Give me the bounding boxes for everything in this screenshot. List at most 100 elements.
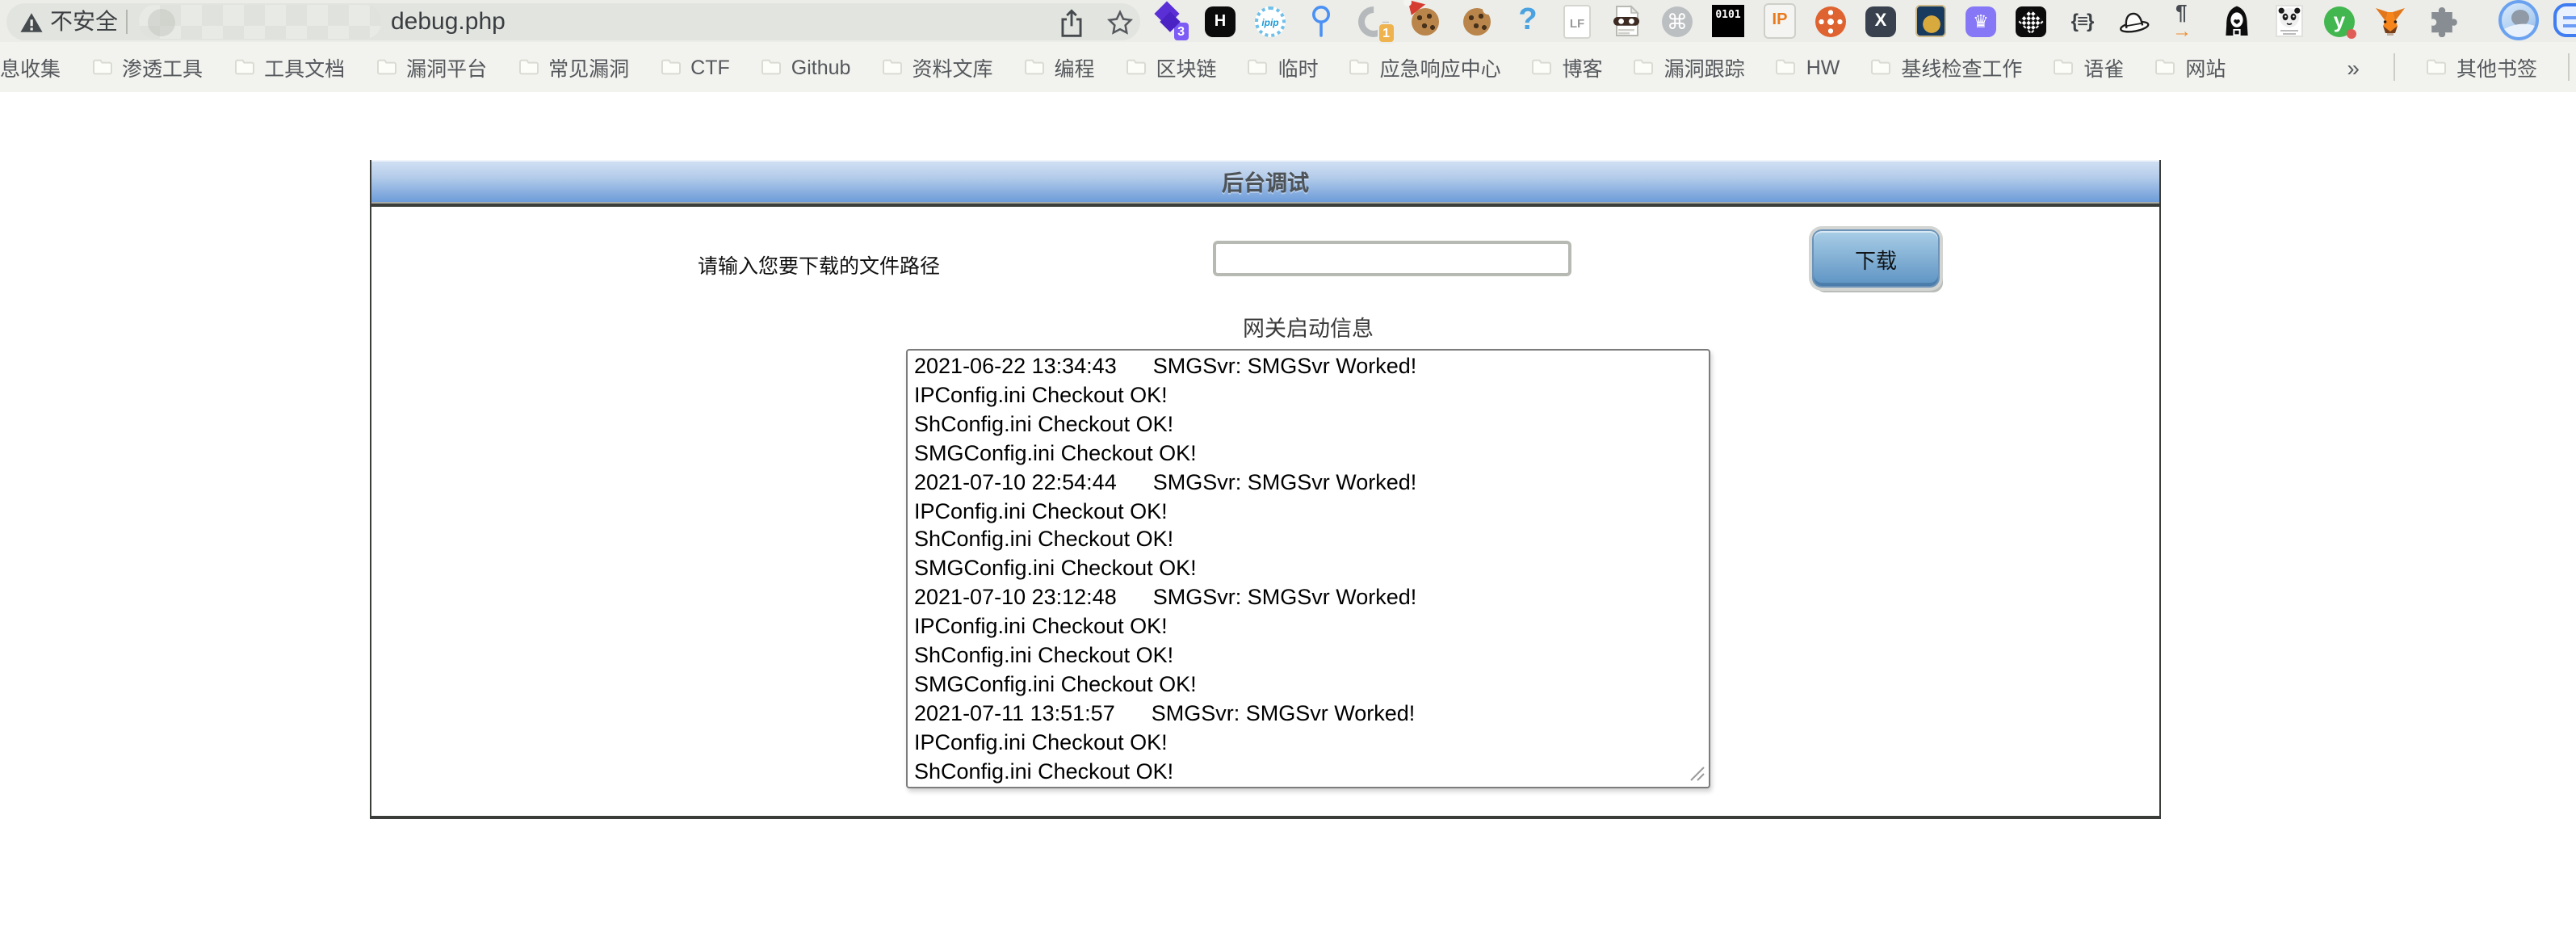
- extension-white-hat-icon[interactable]: [2117, 3, 2150, 39]
- profile-avatar[interactable]: [2498, 0, 2539, 40]
- extension-question-mark-icon[interactable]: [1512, 3, 1544, 39]
- bookmark-item[interactable]: 基线检查工作: [1870, 52, 2022, 82]
- extension-green-y-icon[interactable]: [2324, 6, 2355, 36]
- extension-metamask-fox-icon[interactable]: [2374, 3, 2406, 39]
- extension-panda-meme-icon[interactable]: [2272, 3, 2305, 39]
- folder-icon: [881, 58, 902, 76]
- bookmark-label: 常见漏洞: [548, 52, 629, 82]
- download-button[interactable]: 下载: [1812, 229, 1940, 288]
- bookmark-item[interactable]: 应急响应中心: [1349, 52, 1501, 82]
- browser-toolbar: 不安全 debug.php 3 1: [0, 0, 2576, 42]
- bookmark-label: 博客: [1563, 52, 1603, 82]
- other-bookmarks-button[interactable]: 其他书签: [2426, 52, 2537, 82]
- bookmark-item[interactable]: 渗透工具: [91, 52, 203, 82]
- extension-santa-cookie-icon[interactable]: [1408, 3, 1441, 39]
- bookmark-label: HW: [1806, 56, 1840, 78]
- folder-icon: [1634, 58, 1655, 76]
- bookmark-item[interactable]: 资料文库: [881, 52, 992, 82]
- bookmark-label: 语雀: [2083, 52, 2124, 82]
- bookmark-item[interactable]: 漏洞跟踪: [1634, 52, 1745, 82]
- panel-title: 后台调试: [1222, 165, 1309, 197]
- folder-icon: [1349, 58, 1370, 76]
- panel-body: 请输入您要下载的文件路径 下载 网关启动信息 2021-06-22 13:34:…: [371, 204, 2159, 816]
- extension-hooded-hacker-icon[interactable]: [2221, 3, 2253, 39]
- folder-icon: [1776, 58, 1797, 76]
- browser-window: 不安全 debug.php 3 1: [0, 0, 2576, 937]
- bookmark-item[interactable]: 临时: [1248, 52, 1319, 82]
- bookmark-item[interactable]: 工具文档: [233, 52, 345, 82]
- bookmark-label: 资料文库: [912, 52, 992, 82]
- bookmark-item[interactable]: 网站: [2154, 52, 2226, 82]
- bookmarks-divider: [2568, 53, 2570, 81]
- extension-command-key-icon[interactable]: [1662, 6, 1693, 36]
- extension-badge: 3: [1172, 21, 1190, 42]
- extension-navy-gold-emblem-icon[interactable]: [1915, 5, 1946, 37]
- extension-gray-ring-icon[interactable]: 1: [1357, 3, 1389, 39]
- folder-icon: [660, 58, 681, 76]
- extension-location-pin-icon[interactable]: [1305, 3, 1337, 39]
- share-icon[interactable]: [1058, 7, 1085, 38]
- folder-icon: [1248, 58, 1269, 76]
- extension-lf-card-icon[interactable]: [1563, 4, 1591, 38]
- security-warning-icon: [19, 11, 44, 33]
- bookmark-item[interactable]: 漏洞平台: [375, 52, 487, 82]
- extension-purple-crown-icon[interactable]: [1966, 6, 1996, 36]
- folder-icon: [91, 58, 112, 76]
- bookmark-label: 临时: [1278, 52, 1319, 82]
- folder-icon: [518, 58, 539, 76]
- bookmark-label: 区块链: [1156, 52, 1217, 82]
- extension-h-letter-icon[interactable]: [1205, 6, 1236, 36]
- folder-icon: [1870, 58, 1891, 76]
- file-path-input[interactable]: [1213, 241, 1571, 276]
- bookmark-item[interactable]: 息收集: [0, 52, 61, 82]
- extension-masked-document-icon[interactable]: [1610, 3, 1643, 39]
- bookmark-label: 漏洞跟踪: [1664, 52, 1745, 82]
- textarea-resize-grip[interactable]: [1689, 766, 1705, 782]
- extension-binary-code-icon[interactable]: [1712, 5, 1744, 37]
- bookmarks-overflow-chevron[interactable]: »: [2343, 54, 2363, 80]
- address-bar-separator: [126, 9, 128, 33]
- extension-checkered-diamond-icon[interactable]: [2016, 6, 2046, 36]
- folder-icon: [1024, 58, 1045, 76]
- bookmark-item[interactable]: HW: [1776, 56, 1840, 78]
- address-bar-url[interactable]: debug.php: [391, 2, 506, 40]
- folder-icon: [233, 58, 254, 76]
- gateway-log-textarea[interactable]: 2021-06-22 13:34:43 SMGSvr: SMGSvr Worke…: [906, 349, 1710, 788]
- bookmark-item[interactable]: 语雀: [2053, 52, 2124, 82]
- bookmark-label: 漏洞平台: [406, 52, 487, 82]
- extension-orange-hub-icon[interactable]: [1815, 6, 1846, 36]
- bookmark-item[interactable]: 博客: [1532, 52, 1603, 82]
- extension-icons-row: 3 1: [1153, 3, 2458, 39]
- bookmark-label: 息收集: [0, 52, 61, 82]
- bookmark-item[interactable]: 区块链: [1126, 52, 1217, 82]
- bookmark-label: 应急响应中心: [1380, 52, 1501, 82]
- folder-icon: [375, 58, 396, 76]
- extension-braces-icon[interactable]: [2066, 3, 2098, 39]
- other-bookmarks-label: 其他书签: [2456, 52, 2537, 82]
- panel-header: 后台调试: [371, 160, 2159, 204]
- gateway-log-container: 2021-06-22 13:34:43 SMGSvr: SMGSvr Worke…: [906, 349, 1710, 788]
- bookmark-item[interactable]: 编程: [1024, 52, 1095, 82]
- bookmark-item[interactable]: Github: [761, 56, 851, 78]
- bookmark-star-icon[interactable]: [1106, 9, 1134, 36]
- folder-icon: [2154, 58, 2175, 76]
- profile-chip[interactable]: [2553, 3, 2576, 37]
- extension-puzzle-piece-icon[interactable]: [2426, 3, 2458, 39]
- redacted-url-region: [139, 4, 381, 38]
- extension-badge: 1: [1377, 23, 1395, 44]
- security-warning-label[interactable]: 不安全: [50, 2, 118, 40]
- extension-ipip-icon[interactable]: [1255, 6, 1286, 36]
- extension-x-letter-icon[interactable]: [1865, 6, 1896, 36]
- extension-ip-lookup-icon[interactable]: [1764, 3, 1796, 39]
- bookmark-item[interactable]: 常见漏洞: [518, 52, 629, 82]
- file-path-label: 请输入您要下载的文件路径: [698, 249, 940, 279]
- extension-cookie-icon[interactable]: [1460, 3, 1492, 39]
- extension-purple-stack-icon[interactable]: 3: [1153, 3, 1185, 39]
- folder-icon: [1532, 58, 1553, 76]
- bookmark-label: 网站: [2185, 52, 2226, 82]
- extension-pilcrow-arrow-icon[interactable]: [2169, 3, 2201, 39]
- address-bar[interactable]: 不安全 debug.php: [6, 2, 1140, 40]
- bookmark-item[interactable]: CTF: [660, 56, 730, 78]
- cookie-shape: [1462, 7, 1490, 35]
- folder-icon: [761, 58, 782, 76]
